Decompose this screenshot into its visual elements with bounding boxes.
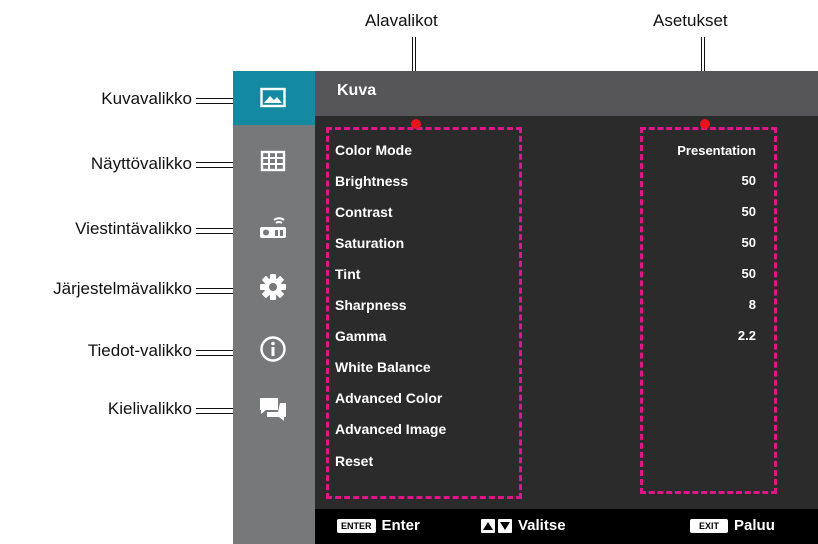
enter-key-badge: ENTER	[337, 518, 376, 533]
projector-wifi-icon[interactable]	[257, 211, 289, 241]
exit-key-badge: EXIT	[690, 518, 729, 533]
settings-annotation-box	[640, 127, 777, 494]
chat-bubbles-icon[interactable]	[257, 394, 289, 424]
submenus-annotation-label: Alavalikot	[365, 11, 438, 30]
footer-enter-hint: ENTER Enter	[337, 517, 420, 534]
exit-label: Paluu	[734, 517, 775, 534]
callout-label-language-menu: Kielivalikko	[107, 399, 192, 418]
callout-label-system-menu: Järjestelmävalikko	[53, 279, 192, 298]
callout-label-display-menu: Näyttövalikko	[90, 154, 192, 173]
info-icon[interactable]	[257, 334, 289, 364]
osd-menu: Kuva Color Mode Brightness Contrast Satu…	[233, 71, 818, 544]
arrow-down-icon	[498, 518, 512, 533]
select-label: Valitse	[518, 517, 566, 534]
callout-label-info-menu: Tiedot-valikko	[87, 341, 192, 360]
image-icon[interactable]	[257, 83, 289, 113]
settings-annotation-label: Asetukset	[653, 11, 728, 30]
enter-label: Enter	[381, 517, 420, 534]
submenus-annotation-dot	[411, 119, 421, 129]
gear-icon[interactable]	[257, 272, 289, 302]
menu-sidebar	[233, 71, 315, 544]
footer-exit-hint: EXIT Paluu	[690, 517, 775, 534]
callout-label-communication-menu: Viestintävalikko	[75, 219, 192, 238]
footer-select-hint: Valitse	[481, 517, 566, 534]
settings-annotation-dot	[700, 119, 710, 129]
arrow-up-icon	[481, 518, 495, 533]
menu-header	[315, 71, 818, 116]
callout-label-image-menu: Kuvavalikko	[101, 89, 192, 108]
display-grid-icon[interactable]	[257, 146, 289, 176]
submenus-annotation-box	[326, 127, 522, 499]
menu-title: Kuva	[337, 82, 377, 99]
